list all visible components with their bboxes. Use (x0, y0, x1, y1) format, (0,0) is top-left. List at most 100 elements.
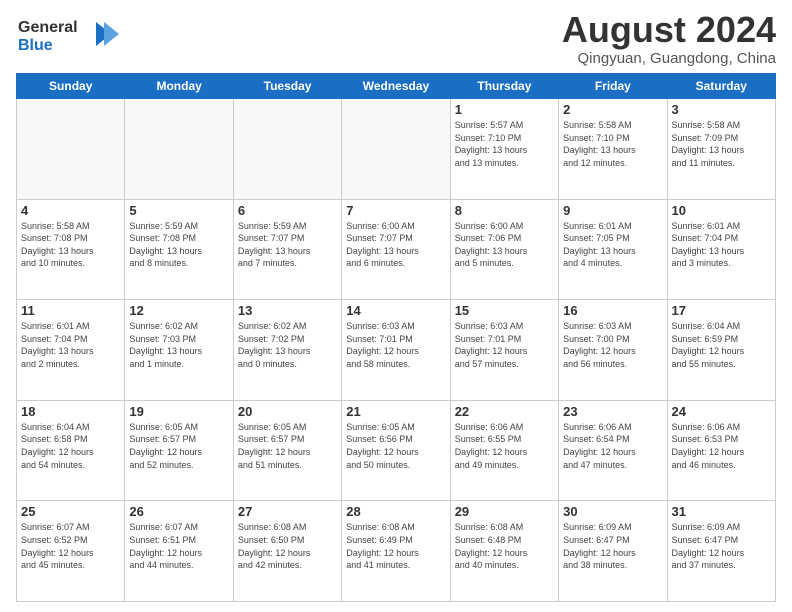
table-row: 7 Sunrise: 6:00 AMSunset: 7:07 PMDaylight… (342, 199, 450, 300)
day-info: Sunrise: 6:02 AMSunset: 7:03 PMDaylight:… (129, 320, 228, 370)
day-info: Sunrise: 6:04 AMSunset: 6:59 PMDaylight:… (672, 320, 771, 370)
day-number: 8 (455, 203, 554, 218)
table-row: 12 Sunrise: 6:02 AMSunset: 7:03 PMDayligh… (125, 300, 233, 401)
calendar-table: Sunday Monday Tuesday Wednesday Thursday… (16, 73, 776, 602)
day-info: Sunrise: 6:08 AMSunset: 6:49 PMDaylight:… (346, 521, 445, 571)
table-row: 15 Sunrise: 6:03 AMSunset: 7:01 PMDayligh… (450, 300, 558, 401)
week-row-4: 18 Sunrise: 6:04 AMSunset: 6:58 PMDayligh… (17, 400, 776, 501)
day-number: 11 (21, 303, 120, 318)
day-number: 16 (563, 303, 662, 318)
table-row: 28 Sunrise: 6:08 AMSunset: 6:49 PMDayligh… (342, 501, 450, 602)
day-info: Sunrise: 5:58 AMSunset: 7:08 PMDaylight:… (21, 220, 120, 270)
day-info: Sunrise: 6:07 AMSunset: 6:52 PMDaylight:… (21, 521, 120, 571)
page: General Blue August 2024 Qingyuan, Guang… (0, 0, 792, 612)
table-row: 31 Sunrise: 6:09 AMSunset: 6:47 PMDayligh… (667, 501, 775, 602)
title-block: August 2024 Qingyuan, Guangdong, China (562, 12, 776, 67)
table-row: 11 Sunrise: 6:01 AMSunset: 7:04 PMDayligh… (17, 300, 125, 401)
table-row: 10 Sunrise: 6:01 AMSunset: 7:04 PMDayligh… (667, 199, 775, 300)
table-row: 24 Sunrise: 6:06 AMSunset: 6:53 PMDayligh… (667, 400, 775, 501)
col-monday: Monday (125, 74, 233, 99)
day-number: 1 (455, 102, 554, 117)
week-row-1: 1 Sunrise: 5:57 AMSunset: 7:10 PMDaylight… (17, 99, 776, 200)
day-number: 13 (238, 303, 337, 318)
day-info: Sunrise: 6:00 AMSunset: 7:06 PMDaylight:… (455, 220, 554, 270)
day-number: 18 (21, 404, 120, 419)
table-row: 21Sunrise: 6:05 AMSunset: 6:56 PMDayligh… (342, 400, 450, 501)
day-number: 15 (455, 303, 554, 318)
day-number: 2 (563, 102, 662, 117)
table-row: 19 Sunrise: 6:05 AMSunset: 6:57 PMDayligh… (125, 400, 233, 501)
table-row: 3 Sunrise: 5:58 AMSunset: 7:09 PMDaylight… (667, 99, 775, 200)
day-number: 6 (238, 203, 337, 218)
day-info: Sunrise: 6:09 AMSunset: 6:47 PMDaylight:… (672, 521, 771, 571)
day-number: 22 (455, 404, 554, 419)
logo: General Blue (16, 12, 126, 61)
col-friday: Friday (559, 74, 667, 99)
table-row: 18 Sunrise: 6:04 AMSunset: 6:58 PMDayligh… (17, 400, 125, 501)
day-info: Sunrise: 6:01 AMSunset: 7:04 PMDaylight:… (672, 220, 771, 270)
table-row (233, 99, 341, 200)
table-row: 6Sunrise: 5:59 AMSunset: 7:07 PMDaylight… (233, 199, 341, 300)
day-info: Sunrise: 6:06 AMSunset: 6:53 PMDaylight:… (672, 421, 771, 471)
day-number: 27 (238, 504, 337, 519)
day-info: Sunrise: 6:00 AMSunset: 7:07 PMDaylight:… (346, 220, 445, 270)
logo-text-block: General Blue (16, 12, 126, 61)
day-number: 12 (129, 303, 228, 318)
table-row: 23 Sunrise: 6:06 AMSunset: 6:54 PMDayligh… (559, 400, 667, 501)
day-number: 20 (238, 404, 337, 419)
table-row: 30Sunrise: 6:09 AMSunset: 6:47 PMDayligh… (559, 501, 667, 602)
logo-svg: General Blue (16, 12, 126, 56)
table-row: 26Sunrise: 6:07 AMSunset: 6:51 PMDayligh… (125, 501, 233, 602)
table-row: 25 Sunrise: 6:07 AMSunset: 6:52 PMDayligh… (17, 501, 125, 602)
table-row: 16Sunrise: 6:03 AMSunset: 7:00 PMDayligh… (559, 300, 667, 401)
day-info: Sunrise: 5:57 AMSunset: 7:10 PMDaylight:… (455, 119, 554, 169)
day-info: Sunrise: 5:58 AMSunset: 7:09 PMDaylight:… (672, 119, 771, 169)
day-info: Sunrise: 6:08 AMSunset: 6:48 PMDaylight:… (455, 521, 554, 571)
day-number: 31 (672, 504, 771, 519)
day-info: Sunrise: 6:09 AMSunset: 6:47 PMDaylight:… (563, 521, 662, 571)
col-thursday: Thursday (450, 74, 558, 99)
day-number: 3 (672, 102, 771, 117)
day-number: 10 (672, 203, 771, 218)
day-number: 23 (563, 404, 662, 419)
week-row-3: 11 Sunrise: 6:01 AMSunset: 7:04 PMDayligh… (17, 300, 776, 401)
weekday-header-row: Sunday Monday Tuesday Wednesday Thursday… (17, 74, 776, 99)
day-number: 21 (346, 404, 445, 419)
day-number: 24 (672, 404, 771, 419)
day-number: 14 (346, 303, 445, 318)
day-number: 17 (672, 303, 771, 318)
table-row: 29Sunrise: 6:08 AMSunset: 6:48 PMDayligh… (450, 501, 558, 602)
table-row: 17 Sunrise: 6:04 AMSunset: 6:59 PMDayligh… (667, 300, 775, 401)
day-number: 28 (346, 504, 445, 519)
day-info: Sunrise: 6:08 AMSunset: 6:50 PMDaylight:… (238, 521, 337, 571)
day-info: Sunrise: 6:05 AMSunset: 6:57 PMDaylight:… (238, 421, 337, 471)
day-number: 4 (21, 203, 120, 218)
svg-text:Blue: Blue (18, 37, 53, 54)
day-info: Sunrise: 6:05 AMSunset: 6:57 PMDaylight:… (129, 421, 228, 471)
table-row: 2Sunrise: 5:58 AMSunset: 7:10 PMDaylight… (559, 99, 667, 200)
day-info: Sunrise: 6:04 AMSunset: 6:58 PMDaylight:… (21, 421, 120, 471)
table-row (125, 99, 233, 200)
day-number: 5 (129, 203, 228, 218)
week-row-2: 4 Sunrise: 5:58 AMSunset: 7:08 PMDaylight… (17, 199, 776, 300)
table-row: 4 Sunrise: 5:58 AMSunset: 7:08 PMDaylight… (17, 199, 125, 300)
day-info: Sunrise: 6:01 AMSunset: 7:04 PMDaylight:… (21, 320, 120, 370)
day-info: Sunrise: 6:03 AMSunset: 7:01 PMDaylight:… (455, 320, 554, 370)
table-row: 20 Sunrise: 6:05 AMSunset: 6:57 PMDayligh… (233, 400, 341, 501)
day-number: 25 (21, 504, 120, 519)
day-info: Sunrise: 5:59 AMSunset: 7:08 PMDaylight:… (129, 220, 228, 270)
table-row: 1 Sunrise: 5:57 AMSunset: 7:10 PMDaylight… (450, 99, 558, 200)
col-wednesday: Wednesday (342, 74, 450, 99)
day-number: 7 (346, 203, 445, 218)
header: General Blue August 2024 Qingyuan, Guang… (16, 12, 776, 67)
day-info: Sunrise: 6:02 AMSunset: 7:02 PMDaylight:… (238, 320, 337, 370)
table-row: 5 Sunrise: 5:59 AMSunset: 7:08 PMDaylight… (125, 199, 233, 300)
table-row: 14Sunrise: 6:03 AMSunset: 7:01 PMDayligh… (342, 300, 450, 401)
table-row (342, 99, 450, 200)
svg-text:General: General (18, 19, 78, 36)
month-year-title: August 2024 (562, 12, 776, 48)
day-number: 26 (129, 504, 228, 519)
day-info: Sunrise: 6:06 AMSunset: 6:54 PMDaylight:… (563, 421, 662, 471)
table-row: 8 Sunrise: 6:00 AMSunset: 7:06 PMDaylight… (450, 199, 558, 300)
day-number: 19 (129, 404, 228, 419)
